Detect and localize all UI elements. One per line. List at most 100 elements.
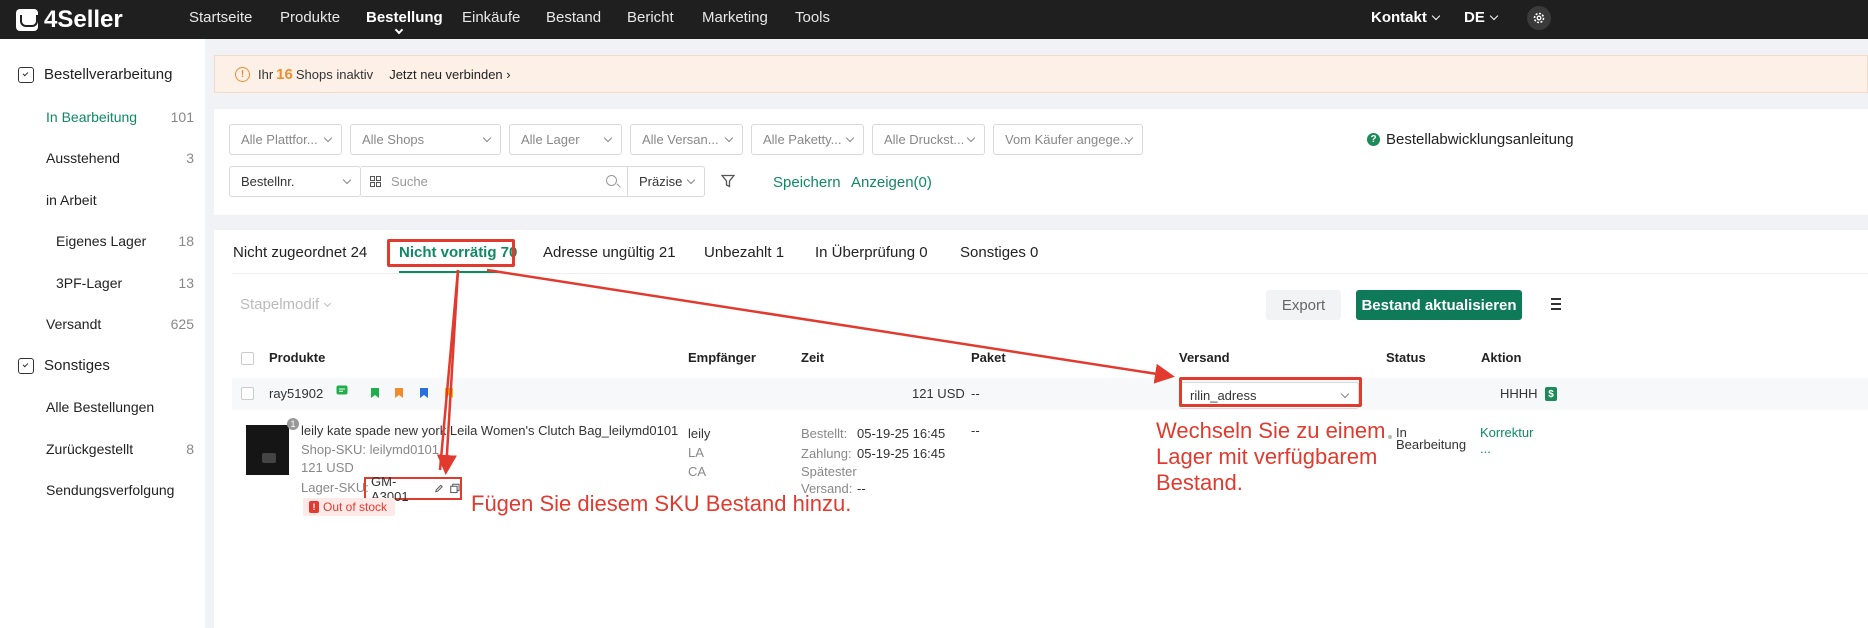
time-ordered-value: 05-19-25 16:45: [857, 426, 946, 441]
settings-button[interactable]: [1527, 6, 1551, 30]
sidebar-item-count: 625: [170, 316, 194, 332]
top-nav: 4Seller Startseite Produkte Bestellung E…: [0, 0, 1868, 39]
sidebar-item-eigenes-lager[interactable]: Eigenes Lager 18: [56, 233, 194, 249]
nav-bestellung[interactable]: Bestellung: [366, 9, 443, 26]
search-field-select[interactable]: Bestellnr.: [229, 166, 361, 197]
logo-text: 4Seller: [44, 6, 123, 33]
alert-suffix: Shops inaktiv: [295, 66, 374, 82]
sidebar-item-count: 18: [178, 233, 194, 249]
sidebar-item-ausstehend[interactable]: Ausstehend 3: [46, 150, 194, 166]
filter-panel: Alle Plattfor... Alle Shops Alle Lager A…: [214, 109, 1868, 215]
print-status-select[interactable]: Alle Druckst...: [872, 124, 985, 155]
tab-nicht-zugeordnet[interactable]: Nicht zugeordnet 24: [233, 244, 367, 261]
language-menu[interactable]: DE: [1464, 9, 1499, 26]
save-filter-button[interactable]: Speichern: [773, 174, 841, 191]
grid-icon: [370, 176, 382, 188]
nav-produkte[interactable]: Produkte: [280, 9, 340, 26]
tabs-divider: [232, 273, 1868, 274]
sidebar-group-sonstiges[interactable]: Sonstiges: [18, 357, 110, 374]
blue-flag-icon[interactable]: [419, 387, 429, 399]
print-status-select-value: Alle Druckst...: [884, 132, 965, 147]
shops-select[interactable]: Alle Shops: [350, 124, 501, 155]
search-icon[interactable]: [606, 175, 617, 186]
col-versand: Versand: [1179, 350, 1230, 365]
warning-icon: !: [235, 66, 250, 82]
show-saved-button[interactable]: Anzeigen(0): [851, 174, 932, 191]
platform-select[interactable]: Alle Plattfor...: [229, 124, 342, 155]
kontakt-menu[interactable]: Kontakt: [1371, 9, 1441, 26]
sidebar-item-in-arbeit[interactable]: in Arbeit: [46, 192, 194, 208]
sidebar-item-label: Alle Bestellungen: [46, 399, 155, 415]
select-all-checkbox[interactable]: [241, 352, 254, 365]
search-input[interactable]: Suche: [361, 166, 628, 197]
message-icon[interactable]: [336, 385, 348, 397]
nav-bericht[interactable]: Bericht: [627, 9, 674, 26]
export-button[interactable]: Export: [1266, 290, 1341, 320]
annotation-warehouse-line-2: Lager mit verfügbarem: [1156, 444, 1378, 469]
precision-select[interactable]: Präzise: [627, 166, 705, 197]
korrektur-link[interactable]: Korrektur: [1480, 425, 1533, 440]
buyer-specified-select[interactable]: Vom Käufer angege...: [993, 124, 1143, 155]
col-paket: Paket: [971, 350, 1006, 365]
status-line-2: Bearbeitung: [1396, 437, 1467, 452]
yellow-flag-icon[interactable]: [444, 387, 454, 399]
nav-startseite[interactable]: Startseite: [189, 9, 252, 26]
tab-in-ueberpruefung[interactable]: In Überprüfung 0: [815, 244, 928, 261]
sidebar-group-bestellverarbeitung[interactable]: Bestellverarbeitung: [18, 66, 172, 83]
filter-icon[interactable]: [721, 174, 735, 188]
batch-edit-dropdown[interactable]: Stapelmodif: [240, 296, 332, 313]
reconnect-link[interactable]: Jetzt neu verbinden ›: [389, 67, 510, 82]
logo[interactable]: 4Seller: [16, 6, 123, 34]
more-actions-link[interactable]: ...: [1480, 441, 1491, 456]
green-flag-icon[interactable]: [370, 387, 380, 399]
lager-sku-box: GM-A3001: [364, 474, 462, 504]
batch-edit-label: Stapelmodif: [240, 296, 320, 313]
order-checkbox[interactable]: [241, 387, 254, 400]
highlight-versand-box: [1179, 377, 1362, 407]
shipping-select[interactable]: Alle Versan...: [630, 124, 743, 155]
update-stock-button[interactable]: Bestand aktualisieren: [1356, 290, 1522, 320]
sidebar-item-3pf-lager[interactable]: 3PF-Lager 13: [56, 275, 194, 291]
product-thumbnail[interactable]: [246, 425, 289, 475]
edit-icon[interactable]: [434, 483, 444, 494]
sidebar-item-in-bearbeitung[interactable]: In Bearbeitung 101: [46, 109, 194, 125]
tab-adresse-ungueltig[interactable]: Adresse ungültig 21: [543, 244, 676, 261]
sidebar-item-sendungsverfolgung[interactable]: Sendungsverfolgung: [46, 482, 194, 498]
column-settings-icon[interactable]: [1547, 298, 1561, 310]
col-aktion: Aktion: [1481, 350, 1522, 365]
order-guide-link[interactable]: ? Bestellabwicklungsanleitung: [1367, 131, 1574, 148]
chevron-down-icon: [1431, 11, 1441, 21]
order-paket: --: [971, 386, 980, 401]
sidebar: Bestellverarbeitung In Bearbeitung 101 Au…: [0, 39, 205, 628]
annotation-warehouse-line-3: Bestand.: [1156, 470, 1243, 495]
tab-unbezahlt[interactable]: Unbezahlt 1: [704, 244, 784, 261]
annotation-sku-text: Fügen Sie diesem SKU Bestand hinzu.: [471, 491, 852, 516]
gear-icon: [1533, 12, 1545, 24]
annotation-warehouse-text: Wechseln Sie zu einem Lager mit verfügba…: [1156, 418, 1406, 496]
tab-sonstiges[interactable]: Sonstiges 0: [960, 244, 1038, 261]
product-title[interactable]: leily kate spade new york Leila Women's …: [301, 423, 678, 438]
orders-panel: Nicht zugeordnet 24 Nicht vorrätig 70 Ad…: [214, 230, 1868, 628]
order-id[interactable]: ray51902: [269, 386, 323, 401]
inactive-shops-alert: ! Ihr 16 Shops inaktiv Jetzt neu verbind…: [214, 55, 1868, 93]
nav-bestand[interactable]: Bestand: [546, 9, 601, 26]
recipient-state: CA: [688, 464, 707, 479]
sidebar-item-count: 101: [170, 109, 194, 125]
nav-tools[interactable]: Tools: [795, 9, 830, 26]
orange-flag-icon[interactable]: [394, 387, 404, 399]
copy-icon[interactable]: [450, 483, 460, 494]
chevron-down-icon: [482, 133, 492, 143]
sidebar-item-zurueckgestellt[interactable]: Zurückgestellt 8: [46, 441, 194, 457]
time-ordered-label: Bestellt:: [801, 426, 848, 441]
dollar-icon[interactable]: $: [1545, 387, 1557, 401]
package-type-select[interactable]: Alle Paketty...: [751, 124, 864, 155]
logo-icon: [16, 9, 38, 31]
nav-marketing[interactable]: Marketing: [702, 9, 768, 26]
warehouse-select[interactable]: Alle Lager: [509, 124, 622, 155]
buyer-specified-select-value: Vom Käufer angege...: [1005, 132, 1131, 147]
nav-einkaeufe[interactable]: Einkäufe: [462, 9, 520, 26]
sidebar-item-label: Sendungsverfolgung: [46, 482, 175, 498]
sidebar-item-alle-bestellungen[interactable]: Alle Bestellungen: [46, 399, 194, 415]
chevron-down-icon: [966, 133, 976, 143]
sidebar-item-versandt[interactable]: Versandt 625: [46, 316, 194, 332]
